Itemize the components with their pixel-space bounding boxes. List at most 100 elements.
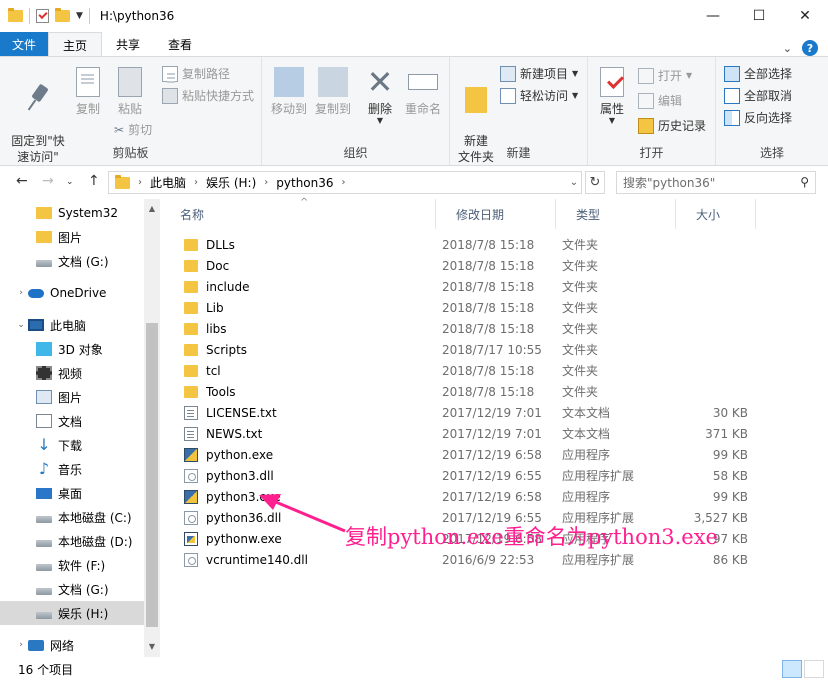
nav-item-pictures-quick[interactable]: 图片 bbox=[0, 225, 144, 249]
search-icon[interactable]: ⚲ bbox=[800, 175, 809, 189]
tab-share[interactable]: 共享 bbox=[102, 32, 154, 56]
new-folder-qat-icon[interactable] bbox=[55, 8, 70, 22]
copy-button[interactable]: 复制 bbox=[70, 67, 106, 117]
chevron-right-icon[interactable]: › bbox=[342, 177, 346, 188]
delete-button[interactable]: ✕ 删除 ▼ bbox=[362, 66, 398, 125]
copy-to-button[interactable]: 复制到 bbox=[312, 67, 354, 117]
search-input[interactable]: 搜索"python36" ⚲ bbox=[616, 171, 816, 194]
chevron-down-icon[interactable]: ⌄ bbox=[14, 320, 28, 330]
open-button[interactable]: 打开 ▼ bbox=[638, 67, 692, 84]
breadcrumb-drive-h[interactable]: 娱乐 (H:) bbox=[206, 174, 256, 191]
table-row[interactable]: libs 2018/7/8 15:18 文件夹 bbox=[180, 318, 760, 339]
column-header-size[interactable]: 大小 bbox=[676, 199, 756, 229]
properties-dropdown-icon[interactable]: ▼ bbox=[594, 117, 630, 125]
edit-button[interactable]: 编辑 bbox=[638, 92, 682, 109]
file-name-cell[interactable]: Doc bbox=[180, 259, 436, 273]
file-name-cell[interactable]: Tools bbox=[180, 385, 436, 399]
move-to-button[interactable]: 移动到 bbox=[268, 67, 310, 117]
back-arrow-icon[interactable]: ← bbox=[16, 173, 28, 189]
table-row[interactable]: Lib 2018/7/8 15:18 文件夹 bbox=[180, 297, 760, 318]
maximize-button[interactable]: ☐ bbox=[736, 0, 782, 32]
file-name-cell[interactable]: vcruntime140.dll bbox=[180, 552, 436, 567]
table-row[interactable]: vcruntime140.dll 2016/6/9 22:53 应用程序扩展 86 K… bbox=[180, 549, 760, 570]
breadcrumb-this-pc[interactable]: 此电脑 bbox=[150, 174, 186, 191]
nav-item-drive-f[interactable]: 软件 (F:) bbox=[0, 553, 144, 577]
ribbon-expand-icon[interactable]: ⌄ bbox=[783, 42, 792, 55]
close-button[interactable]: ✕ bbox=[782, 0, 828, 32]
large-icons-view-button[interactable] bbox=[804, 660, 824, 678]
nav-item-documents[interactable]: 文档 bbox=[0, 409, 144, 433]
file-name-cell[interactable]: libs bbox=[180, 322, 436, 336]
table-row[interactable]: python.exe 2017/12/19 6:58 应用程序 99 KB bbox=[180, 444, 760, 465]
minimize-button[interactable]: — bbox=[690, 0, 736, 32]
scroll-up-icon[interactable]: ▲ bbox=[144, 201, 160, 217]
nav-item-this-pc[interactable]: ⌄ 此电脑 bbox=[0, 313, 144, 337]
file-name-cell[interactable]: Scripts bbox=[180, 343, 436, 357]
table-row[interactable]: LICENSE.txt 2017/12/19 7:01 文本文档 30 KB bbox=[180, 402, 760, 423]
chevron-right-icon[interactable]: › bbox=[138, 177, 142, 188]
table-row[interactable]: Scripts 2018/7/17 10:55 文件夹 bbox=[180, 339, 760, 360]
up-arrow-icon[interactable]: ↑ bbox=[88, 173, 100, 189]
nav-item-system32[interactable]: System32 bbox=[0, 201, 144, 225]
column-header-date[interactable]: 修改日期 bbox=[436, 199, 556, 229]
select-none-button[interactable]: 全部取消 bbox=[724, 87, 792, 104]
file-name-cell[interactable]: DLLs bbox=[180, 238, 436, 252]
select-all-button[interactable]: 全部选择 bbox=[724, 65, 792, 82]
nav-item-network[interactable]: › 网络 bbox=[0, 633, 144, 657]
tab-view[interactable]: 查看 bbox=[154, 32, 206, 56]
table-row[interactable]: tcl 2018/7/8 15:18 文件夹 bbox=[180, 360, 760, 381]
history-button[interactable]: 历史记录 bbox=[638, 117, 706, 134]
file-name-cell[interactable]: tcl bbox=[180, 364, 436, 378]
help-icon[interactable]: ? bbox=[802, 40, 818, 56]
scroll-thumb[interactable] bbox=[146, 323, 158, 627]
table-row[interactable]: NEWS.txt 2017/12/19 7:01 文本文档 371 KB bbox=[180, 423, 760, 444]
scroll-down-icon[interactable]: ▼ bbox=[144, 639, 160, 655]
nav-item-drive-c[interactable]: 本地磁盘 (C:) bbox=[0, 505, 144, 529]
new-item-button[interactable]: 新建项目 ▼ bbox=[500, 65, 578, 82]
properties-button[interactable]: 属性 ▼ bbox=[594, 67, 630, 125]
file-name-cell[interactable]: NEWS.txt bbox=[180, 426, 436, 441]
recent-locations-icon[interactable]: ⌄ bbox=[66, 177, 74, 187]
nav-item-music[interactable]: ♪ 音乐 bbox=[0, 457, 144, 481]
nav-scrollbar[interactable]: ▲ ▼ bbox=[144, 199, 160, 657]
nav-item-drive-h[interactable]: 娱乐 (H:) bbox=[0, 601, 144, 625]
file-name-cell[interactable]: Lib bbox=[180, 301, 436, 315]
paste-shortcut-button[interactable]: 粘贴快捷方式 bbox=[162, 87, 254, 104]
copy-path-button[interactable]: 复制路径 bbox=[162, 65, 230, 82]
refresh-icon[interactable]: ↻ bbox=[585, 171, 605, 194]
nav-item-desktop[interactable]: 桌面 bbox=[0, 481, 144, 505]
chevron-right-icon[interactable]: › bbox=[14, 640, 28, 650]
table-row[interactable]: Tools 2018/7/8 15:18 文件夹 bbox=[180, 381, 760, 402]
chevron-right-icon[interactable]: › bbox=[194, 177, 198, 188]
tab-file[interactable]: 文件 bbox=[0, 32, 49, 56]
cut-button[interactable]: ✂ 剪切 bbox=[114, 121, 152, 138]
file-name-cell[interactable]: include bbox=[180, 280, 436, 294]
file-name-cell[interactable]: LICENSE.txt bbox=[180, 405, 436, 420]
table-row[interactable]: include 2018/7/8 15:18 文件夹 bbox=[180, 276, 760, 297]
nav-item-pictures[interactable]: 图片 bbox=[0, 385, 144, 409]
nav-item-drive-d[interactable]: 本地磁盘 (D:) bbox=[0, 529, 144, 553]
nav-item-videos[interactable]: 视频 bbox=[0, 361, 144, 385]
invert-selection-button[interactable]: 反向选择 bbox=[724, 109, 792, 126]
nav-item-downloads[interactable]: ↓ 下载 bbox=[0, 433, 144, 457]
nav-item-docs-g-quick[interactable]: 文档 (G:) bbox=[0, 249, 144, 273]
table-row[interactable]: Doc 2018/7/8 15:18 文件夹 bbox=[180, 255, 760, 276]
forward-arrow-icon[interactable]: → bbox=[42, 173, 54, 189]
paste-button[interactable]: 粘贴 bbox=[110, 67, 150, 117]
nav-item-3d-objects[interactable]: 3D 对象 bbox=[0, 337, 144, 361]
nav-item-drive-g[interactable]: 文档 (G:) bbox=[0, 577, 144, 601]
easy-access-button[interactable]: 轻松访问 ▼ bbox=[500, 87, 578, 104]
properties-qat-icon[interactable] bbox=[36, 9, 49, 23]
nav-item-onedrive[interactable]: › OneDrive bbox=[0, 281, 144, 305]
rename-button[interactable]: 重命名 bbox=[402, 67, 444, 117]
column-header-name[interactable]: 名称 bbox=[160, 199, 436, 229]
address-bar[interactable]: › 此电脑 › 娱乐 (H:) › python36 › bbox=[108, 171, 582, 194]
column-header-type[interactable]: 类型 bbox=[556, 199, 676, 229]
tab-home[interactable]: 主页 bbox=[48, 32, 103, 57]
chevron-right-icon[interactable]: › bbox=[264, 177, 268, 188]
chevron-right-icon[interactable]: › bbox=[14, 288, 28, 298]
file-name-cell[interactable]: python.exe bbox=[180, 447, 436, 462]
file-name-cell[interactable]: python3.dll bbox=[180, 468, 436, 483]
delete-dropdown-icon[interactable]: ▼ bbox=[362, 117, 398, 125]
qat-dropdown-icon[interactable]: ▼ bbox=[76, 11, 83, 21]
